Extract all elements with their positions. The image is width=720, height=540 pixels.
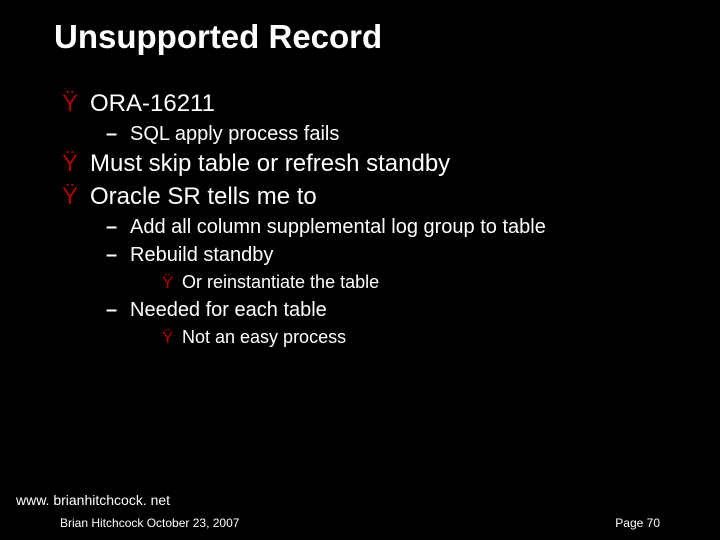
bullet-level2: – Needed for each table: [62, 296, 720, 324]
bullet-text: SQL apply process fails: [130, 120, 339, 148]
footer-url: www. brianhitchcock. net: [0, 492, 720, 516]
footer-row: Brian Hitchcock October 23, 2007 Page 70: [0, 516, 720, 530]
footer-author-date: Brian Hitchcock October 23, 2007: [60, 516, 239, 530]
bullet-level2: – SQL apply process fails: [62, 120, 720, 148]
bullet-level3: Ÿ Not an easy process: [62, 324, 720, 351]
bullet-level1: Ÿ Oracle SR tells me to: [62, 181, 720, 213]
bullet-text: Needed for each table: [130, 296, 327, 324]
bullet-level2: – Add all column supplemental log group …: [62, 213, 720, 241]
bullet-text: Rebuild standby: [130, 241, 273, 269]
bullet-level1: Ÿ ORA-16211: [62, 88, 720, 120]
bullet-text: Must skip table or refresh standby: [90, 148, 450, 180]
bullet-text: ORA-16211: [90, 88, 215, 120]
bullet-level2: – Rebuild standby: [62, 241, 720, 269]
slide-title: Unsupported Record: [0, 0, 720, 56]
bullet-text: Oracle SR tells me to: [90, 181, 317, 213]
dash-icon: –: [106, 241, 130, 269]
footer-page: Page 70: [615, 516, 660, 530]
dash-icon: –: [106, 213, 130, 241]
dash-icon: –: [106, 120, 130, 148]
dash-icon: –: [106, 296, 130, 324]
bullet-icon: Ÿ: [62, 88, 90, 120]
bullet-level3: Ÿ Or reinstantiate the table: [62, 269, 720, 296]
bullet-level1: Ÿ Must skip table or refresh standby: [62, 148, 720, 180]
bullet-text: Or reinstantiate the table: [182, 269, 379, 295]
bullet-icon: Ÿ: [62, 148, 90, 180]
slide: { "title": "Unsupported Record", "bullet…: [0, 0, 720, 540]
bullet-text: Add all column supplemental log group to…: [130, 213, 546, 241]
slide-footer: www. brianhitchcock. net Brian Hitchcock…: [0, 492, 720, 530]
slide-content: Ÿ ORA-16211 – SQL apply process fails Ÿ …: [0, 56, 720, 350]
bullet-icon: Ÿ: [162, 271, 182, 296]
bullet-icon: Ÿ: [162, 326, 182, 351]
bullet-text: Not an easy process: [182, 324, 346, 350]
bullet-icon: Ÿ: [62, 181, 90, 213]
